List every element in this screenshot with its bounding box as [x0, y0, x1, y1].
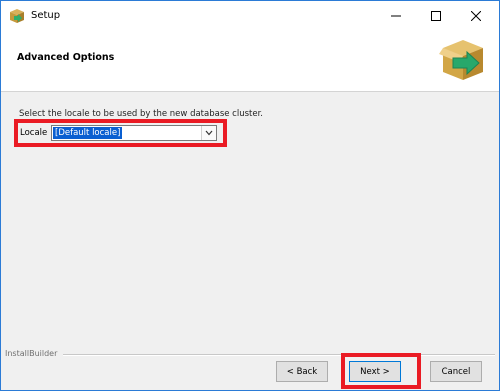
- close-button[interactable]: [459, 1, 493, 31]
- installer-box-arrow-icon: [439, 36, 487, 84]
- wizard-content: Select the locale to be used by the new …: [1, 92, 499, 352]
- installbuilder-label: InstallBuilder: [5, 349, 58, 358]
- minimize-button[interactable]: [379, 1, 413, 31]
- close-icon: [471, 11, 481, 21]
- cancel-button[interactable]: Cancel: [430, 361, 482, 382]
- maximize-icon: [431, 11, 441, 21]
- instruction-text: Select the locale to be used by the new …: [19, 109, 264, 119]
- locale-label: Locale: [20, 128, 48, 138]
- footer-divider: [63, 354, 495, 356]
- title-bar[interactable]: Setup: [1, 1, 499, 31]
- app-icon: [9, 8, 25, 24]
- wizard-header: Advanced Options: [1, 31, 499, 92]
- maximize-button[interactable]: [419, 1, 453, 31]
- page-title: Advanced Options: [17, 52, 115, 63]
- back-button[interactable]: < Back: [276, 361, 328, 382]
- next-button[interactable]: Next >: [349, 361, 401, 382]
- minimize-icon: [391, 11, 401, 21]
- setup-window: Setup Advanced Options Select the locale…: [0, 0, 500, 391]
- chevron-down-icon[interactable]: [201, 126, 216, 140]
- window-title: Setup: [31, 10, 61, 21]
- locale-selected-value: [Default locale]: [53, 127, 123, 139]
- locale-dropdown[interactable]: [Default locale]: [51, 125, 217, 141]
